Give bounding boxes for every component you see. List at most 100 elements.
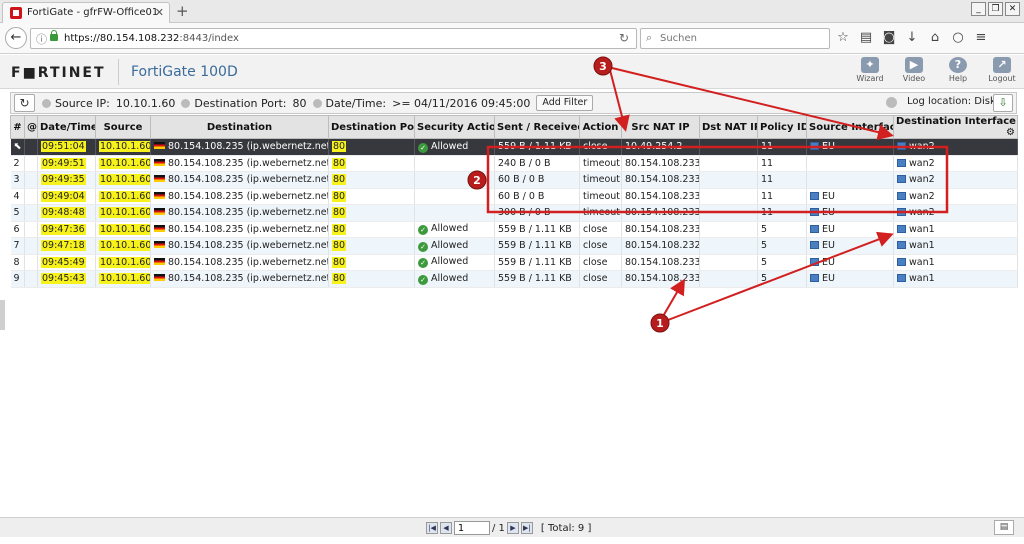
search-bar[interactable]: ⌕ — [640, 28, 830, 49]
table-row[interactable]: 409:49:0410.10.1.6080.154.108.235 (ip.we… — [11, 188, 1018, 205]
col-header-policy-id[interactable]: Policy ID — [758, 116, 807, 139]
source-interface-value: EU — [822, 224, 835, 235]
search-input[interactable] — [660, 31, 820, 46]
prev-page-button[interactable]: ◀ — [440, 522, 452, 534]
cell-action: timeout — [580, 205, 622, 222]
col-header-source-interface[interactable]: Source Interface — [807, 116, 894, 139]
action-value: timeout — [583, 207, 620, 218]
cell-policy-id: 11 — [758, 155, 807, 172]
details-panel-button[interactable]: ▤ — [994, 520, 1014, 535]
chat-icon[interactable]: ○ — [951, 30, 965, 45]
col-header-destination-port[interactable]: Destination Port — [329, 116, 415, 139]
table-row[interactable]: 709:47:1810.10.1.6080.154.108.235 (ip.we… — [11, 238, 1018, 255]
next-page-button[interactable]: ▶ — [507, 522, 519, 534]
close-tab-icon[interactable]: ✕ — [155, 6, 164, 19]
table-row[interactable]: 809:45:4910.10.1.6080.154.108.235 (ip.we… — [11, 254, 1018, 271]
reading-list-icon[interactable]: ▤ — [859, 30, 873, 45]
col-header-src-nat-ip[interactable]: Src NAT IP — [622, 116, 700, 139]
table-row[interactable]: 209:49:5110.10.1.6080.154.108.235 (ip.we… — [11, 155, 1018, 172]
logout-button[interactable]: ↗ Logout — [986, 57, 1018, 83]
cell-source-interface: EU — [807, 139, 894, 156]
table-row[interactable]: 609:47:3610.10.1.6080.154.108.235 (ip.we… — [11, 221, 1018, 238]
cell-destination-interface: wan1 — [894, 221, 1018, 238]
col-header-dst-nat-ip[interactable]: Dst NAT IP — [700, 116, 758, 139]
col-header-sent-received[interactable]: Sent / Received — [495, 116, 580, 139]
logout-label: Logout — [986, 74, 1018, 83]
col-header-source[interactable]: Source — [96, 116, 151, 139]
source-interface-value: EU — [822, 273, 835, 284]
table-row[interactable]: ⬉09:51:0410.10.1.6080.154.108.235 (ip.we… — [11, 139, 1018, 156]
minimize-button[interactable]: _ — [971, 2, 986, 16]
table-row[interactable]: 509:48:4810.10.1.6080.154.108.235 (ip.we… — [11, 205, 1018, 222]
col-header-destination[interactable]: Destination — [151, 116, 329, 139]
destination-interface-value: wan2 — [909, 158, 935, 169]
column-settings-icon[interactable]: ⚙ — [1006, 127, 1015, 138]
download-log-button[interactable]: ⇩ — [993, 94, 1013, 112]
col-header-destination-interface[interactable]: Destination Interface ⚙ — [894, 116, 1018, 139]
bookmark-star-icon[interactable]: ☆ — [836, 30, 850, 45]
last-page-button[interactable]: ▶| — [521, 522, 533, 534]
table-row[interactable]: 309:49:3510.10.1.6080.154.108.235 (ip.we… — [11, 172, 1018, 189]
security-action-value: Allowed — [431, 256, 468, 267]
cell-dst-nat-ip — [700, 172, 758, 189]
interface-icon — [897, 258, 906, 266]
source-value: 10.10.1.60 — [99, 224, 151, 235]
col-header-security-action[interactable]: Security Action — [415, 116, 495, 139]
browser-tab[interactable]: FortiGate - gfrFW-Office01 ✕ — [2, 2, 170, 23]
page-count: / 1 — [492, 523, 505, 534]
col-header-at[interactable]: @ — [25, 116, 38, 139]
cell-port: 80 — [329, 254, 415, 271]
help-button[interactable]: ? Help — [942, 57, 974, 83]
first-page-button[interactable]: |◀ — [426, 522, 438, 534]
annotation-badge-1-label: 1 — [656, 317, 664, 330]
url-bar[interactable]: ⓘ https://80.154.108.232:8443/index ↻ — [30, 28, 637, 49]
datetime-value: 09:48:48 — [41, 207, 86, 218]
check-circle-icon: ✓ — [418, 258, 428, 268]
filter-chip-date-time[interactable]: Date/Time: >= 04/11/2016 09:45:00 — [313, 97, 531, 110]
remove-filter-icon[interactable] — [313, 99, 322, 108]
port-value: 80 — [332, 240, 346, 251]
filter-value: 10.10.1.60 — [116, 97, 175, 110]
cell-destination: 80.154.108.235 (ip.webernetz.net) — [151, 254, 329, 271]
col-header-action[interactable]: Action — [580, 116, 622, 139]
filter-chip-destination-port[interactable]: Destination Port: 80 — [181, 97, 306, 110]
remove-filter-icon[interactable] — [42, 99, 51, 108]
interface-icon — [897, 192, 906, 200]
cell-port: 80 — [329, 188, 415, 205]
col-header-num[interactable]: # — [11, 116, 25, 139]
page-number-input[interactable] — [454, 521, 490, 535]
close-window-button[interactable]: ✕ — [1005, 2, 1020, 16]
table-row[interactable]: 909:45:4310.10.1.6080.154.108.235 (ip.we… — [11, 271, 1018, 288]
cell-action: timeout — [580, 188, 622, 205]
remove-filter-icon[interactable] — [181, 99, 190, 108]
reload-icon[interactable]: ↻ — [619, 31, 629, 45]
download-icon[interactable]: ↓ — [905, 30, 919, 45]
clear-filters-icon[interactable] — [886, 97, 897, 108]
cell-dst-nat-ip — [700, 205, 758, 222]
home-icon[interactable]: ⌂ — [928, 30, 942, 45]
col-header-datetime[interactable]: Date/Time — [38, 116, 96, 139]
source-interface-value: EU — [822, 240, 835, 251]
info-icon[interactable]: ⓘ — [36, 31, 47, 47]
cell-destination: 80.154.108.235 (ip.webernetz.net) — [151, 205, 329, 222]
destination-value: 80.154.108.235 (ip.webernetz.net) — [168, 273, 329, 284]
add-filter-button[interactable]: Add Filter — [536, 95, 593, 111]
back-button[interactable]: ← — [5, 27, 27, 49]
action-value: close — [583, 224, 607, 235]
side-panel-handle[interactable] — [0, 300, 5, 330]
cell-source-interface — [807, 172, 894, 189]
filter-label: Destination Port: — [194, 97, 286, 110]
new-tab-button[interactable]: + — [176, 2, 189, 20]
video-button[interactable]: ▶ Video — [898, 57, 930, 83]
wizard-button[interactable]: ✦ Wizard — [854, 57, 886, 83]
refresh-button[interactable]: ↻ — [14, 94, 35, 112]
restore-button[interactable]: ❐ — [988, 2, 1003, 16]
filter-chip-source-ip[interactable]: Source IP: 10.10.1.60 — [42, 97, 175, 110]
menu-icon[interactable]: ≡ — [974, 30, 988, 45]
source-value: 10.10.1.60 — [99, 174, 151, 185]
interface-icon — [897, 175, 906, 183]
germany-flag-icon — [154, 159, 165, 166]
log-table-body: ⬉09:51:0410.10.1.6080.154.108.235 (ip.we… — [11, 139, 1018, 288]
germany-flag-icon — [154, 142, 165, 149]
pocket-icon[interactable]: ◙ — [882, 30, 896, 45]
